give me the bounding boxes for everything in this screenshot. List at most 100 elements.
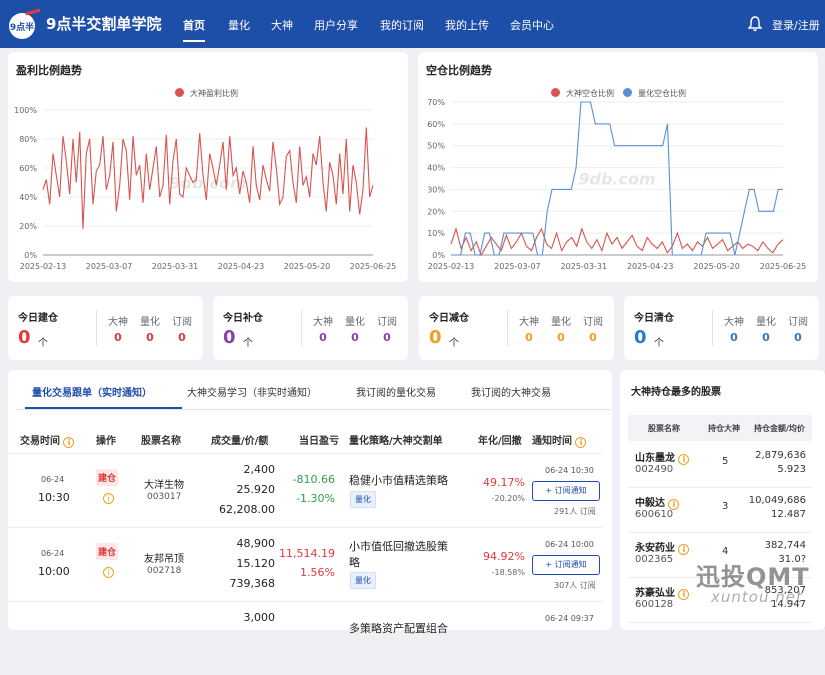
nav-home[interactable]: 首页 — [183, 17, 205, 42]
tab-quant-follow[interactable]: 量化交易跟单（实时通知） — [32, 384, 152, 399]
stat-value[interactable]: 0 — [372, 331, 402, 344]
info-icon[interactable]: i — [63, 437, 75, 448]
nav-user-share[interactable]: 用户分享 — [314, 17, 358, 33]
nav-my-subscriptions[interactable]: 我的订阅 — [380, 17, 424, 33]
stat-total: 0 — [429, 327, 442, 348]
subscribe-button[interactable]: + 订阅通知 — [532, 481, 600, 501]
daily-pnl-pct: -1.30% — [296, 492, 335, 505]
holding-stock-name[interactable]: 苏豪弘业 i — [635, 584, 690, 600]
y-tick-label: 50% — [427, 142, 445, 151]
y-tick-label: 60% — [427, 120, 445, 129]
tab-subscribed-quant[interactable]: 我订阅的量化交易 — [356, 384, 436, 399]
stat-value[interactable]: 0 — [751, 331, 781, 344]
tab-master-learn[interactable]: 大神交易学习（非实时通知） — [187, 384, 317, 399]
trade-price: 15.120 — [236, 557, 276, 570]
holding-stock-code: 600128 — [635, 599, 674, 610]
x-tick-label: 2025-05-20 — [693, 262, 740, 271]
holding-stock-name[interactable]: 中毅达 i — [635, 494, 680, 510]
trade-amount: 62,208.00 — [219, 503, 275, 516]
stat-value[interactable]: 0 — [514, 331, 544, 344]
stat-card: 今日清仓 0 个 大神 0 量化 0 订阅 0 — [624, 296, 819, 360]
y-tick-label: 80% — [19, 135, 37, 144]
brand-name[interactable]: 9点半交割单学院 — [46, 13, 161, 34]
y-tick-label: 70% — [427, 98, 445, 107]
info-icon[interactable]: i — [575, 437, 587, 448]
nav-member-center[interactable]: 会员中心 — [510, 17, 554, 33]
holdings-header-name: 股票名称 — [648, 424, 680, 433]
stat-unit: 个 — [654, 338, 664, 349]
op-badge: 建仓 — [96, 543, 119, 560]
stat-head: 大神 — [519, 317, 539, 328]
strategy-name[interactable]: 多策略资产配置组合 — [349, 620, 448, 636]
trade-volume: 48,900 — [236, 537, 276, 550]
holding-master-count: 4 — [722, 546, 729, 557]
quant-tag: 量化 — [350, 491, 376, 508]
trade-date: 06-24 — [41, 475, 65, 484]
holding-amount: 10,049,686 12.487 — [748, 495, 806, 520]
y-tick-label: 0% — [432, 251, 445, 260]
stat-head: 量化 — [551, 317, 571, 328]
nav-masters[interactable]: 大神 — [271, 17, 293, 33]
stat-divider — [712, 310, 713, 346]
holding-stock-name[interactable]: 永安药业 i — [635, 539, 690, 555]
stat-head: 大神 — [313, 317, 333, 328]
trade-amount: 739,368 — [229, 577, 276, 590]
annual-return: 94.92% — [483, 550, 525, 563]
header-trade-time: 交易时间 i — [20, 432, 75, 448]
info-icon[interactable]: i — [103, 493, 114, 504]
nav-my-uploads[interactable]: 我的上传 — [445, 17, 489, 33]
profit-ratio-chart[interactable]: 9db.com0%20%40%60%80%100%2025-02-13 2025-… — [8, 52, 408, 282]
info-icon[interactable]: i — [678, 454, 690, 465]
login-register-link[interactable]: 登录/注册 — [772, 17, 820, 33]
header-stock-name: 股票名称 — [141, 436, 181, 447]
stat-value[interactable]: 0 — [135, 331, 165, 344]
stat-unit: 个 — [449, 338, 459, 349]
stat-head: 大神 — [108, 317, 128, 328]
info-icon[interactable]: i — [678, 589, 690, 600]
nav-quant[interactable]: 量化 — [228, 17, 250, 33]
stat-value[interactable]: 0 — [308, 331, 338, 344]
holding-master-count: 3 — [722, 501, 729, 512]
x-tick-label: 2025-03-07 — [86, 262, 133, 271]
tab-subscribed-master[interactable]: 我订阅的大神交易 — [471, 384, 551, 399]
holding-row[interactable]: 山东墨龙 i 002490 5 2,879,636 5.923 — [628, 443, 812, 488]
strategy-name[interactable]: 小市值低回撤选股策 — [349, 538, 448, 554]
watermark-url: xuntou.net — [711, 588, 803, 606]
stat-label: 今日减仓 — [429, 313, 469, 324]
info-icon[interactable]: i — [103, 567, 114, 578]
stock-code: 003017 — [147, 492, 182, 502]
stat-value[interactable]: 0 — [167, 331, 197, 344]
stat-value[interactable]: 0 — [546, 331, 576, 344]
max-drawdown: -20.20% — [491, 494, 525, 503]
subscribe-button[interactable]: + 订阅通知 — [532, 555, 600, 575]
stock-name[interactable]: 友邦吊顶 — [144, 550, 184, 565]
strategy-name[interactable]: 稳健小市值精选策略 — [349, 472, 448, 488]
bell-icon[interactable] — [747, 16, 763, 35]
trade-row[interactable]: 06-24 10:30 建仓 i 大洋生物 003017 2,400 25.920… — [8, 453, 603, 527]
stat-value[interactable]: 0 — [340, 331, 370, 344]
watermark-text: 迅投QMT — [696, 563, 810, 591]
notify-time: 06-24 10:00 — [545, 540, 594, 549]
site-logo[interactable]: 9点半 — [6, 8, 42, 42]
stat-value[interactable]: 0 — [103, 331, 133, 344]
x-tick-label: 2025-02-13 — [428, 262, 475, 271]
holding-stock-name[interactable]: 山东墨龙 i — [635, 449, 690, 465]
stock-name[interactable]: 大洋生物 — [144, 476, 184, 491]
strategy-name-cont[interactable]: 略 — [349, 554, 360, 570]
holding-amount: 2,879,636 5.923 — [755, 450, 806, 475]
stat-head: 订阅 — [172, 317, 192, 328]
subscriber-count: 291人 订阅 — [554, 507, 596, 516]
stat-card: 今日减仓 0 个 大神 0 量化 0 订阅 0 — [419, 296, 614, 360]
daily-pnl: 11,514.19 — [279, 547, 335, 560]
stat-value[interactable]: 0 — [719, 331, 749, 344]
holding-row[interactable]: 中毅达 i 600610 3 10,049,686 12.487 — [628, 488, 812, 533]
trade-row[interactable]: 3,000 多策略资产配置组合 06-24 09:37 — [8, 601, 603, 675]
stat-value[interactable]: 0 — [783, 331, 813, 344]
y-tick-label: 60% — [19, 164, 37, 173]
stat-value[interactable]: 0 — [578, 331, 608, 344]
empty-ratio-chart[interactable]: 9db.com 0% 10% 20% 30% 40% 50% 60% 70% 2025-02-13… — [418, 52, 818, 282]
quant-tag: 量化 — [350, 572, 376, 589]
holding-master-count: 5 — [722, 456, 729, 467]
info-icon[interactable]: i — [678, 544, 690, 555]
trade-row[interactable]: 06-24 10:00 建仓 i 友邦吊顶 002718 48,900 15.12… — [8, 527, 603, 601]
